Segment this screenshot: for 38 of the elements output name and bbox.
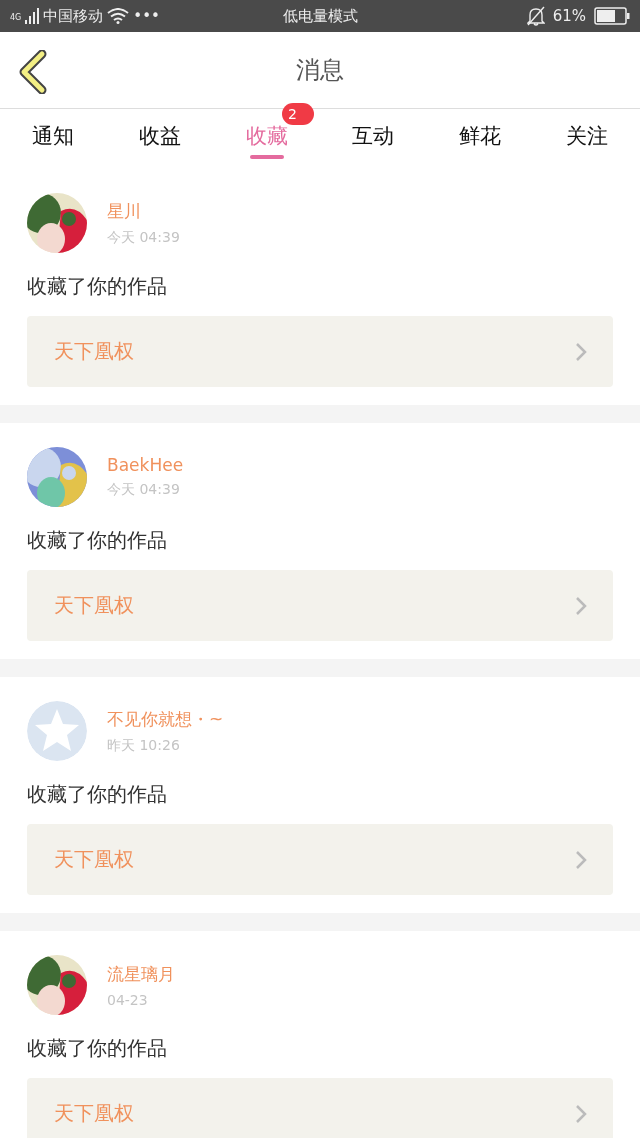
carrier: 中国移动 bbox=[43, 6, 104, 26]
tab[interactable]: 互动 bbox=[348, 109, 399, 169]
message-text: 收藏了你的作品 bbox=[27, 273, 168, 300]
user-name[interactable]: 流星璃月 bbox=[107, 962, 175, 986]
tab-indicator bbox=[249, 155, 284, 159]
tab[interactable]: 收益 bbox=[135, 109, 185, 169]
timestamp: 04-23 bbox=[107, 991, 149, 1008]
chevron-icon bbox=[575, 1103, 587, 1124]
network-type: 4G bbox=[10, 12, 22, 22]
user-name[interactable]: BaekHee bbox=[107, 455, 184, 475]
user-name[interactable]: 不见你就想・~ bbox=[107, 707, 224, 731]
tab[interactable]: 鲜花 bbox=[455, 109, 505, 169]
message-text: 收藏了你的作品 bbox=[27, 527, 168, 554]
page-title: 消息 bbox=[296, 55, 344, 86]
work-link[interactable]: 天下凰权 bbox=[27, 316, 613, 387]
battery-icon bbox=[594, 7, 630, 25]
tab[interactable]: 通知 bbox=[28, 109, 79, 169]
chevron-icon bbox=[575, 595, 587, 616]
message-text: 收藏了你的作品 bbox=[27, 781, 168, 808]
wifi-icon bbox=[107, 8, 130, 24]
default-avatar-icon bbox=[27, 701, 87, 761]
work-link[interactable]: 天下凰权 bbox=[27, 570, 613, 641]
timestamp: 今天 04:39 bbox=[107, 481, 181, 499]
bell-muted-icon bbox=[526, 6, 545, 26]
chevron-icon bbox=[575, 341, 587, 362]
count-badge: 2 bbox=[282, 103, 314, 125]
user-name[interactable]: 星川 bbox=[107, 199, 180, 223]
power-mode: 低电量模式 bbox=[282, 7, 358, 25]
work-link[interactable]: 天下凰权 bbox=[27, 1078, 613, 1138]
tab[interactable]: 关注 bbox=[561, 109, 612, 169]
signal-icon bbox=[25, 8, 40, 24]
more-dots: ••• bbox=[133, 7, 160, 25]
battery-percent: 61% bbox=[552, 7, 586, 25]
timestamp: 昨天 10:26 bbox=[107, 736, 181, 755]
timestamp: 今天 04:39 bbox=[107, 228, 180, 247]
chevron-icon bbox=[575, 849, 587, 870]
work-link[interactable]: 天下凰权 bbox=[27, 824, 613, 895]
message-text: 收藏了你的作品 bbox=[27, 1035, 168, 1062]
